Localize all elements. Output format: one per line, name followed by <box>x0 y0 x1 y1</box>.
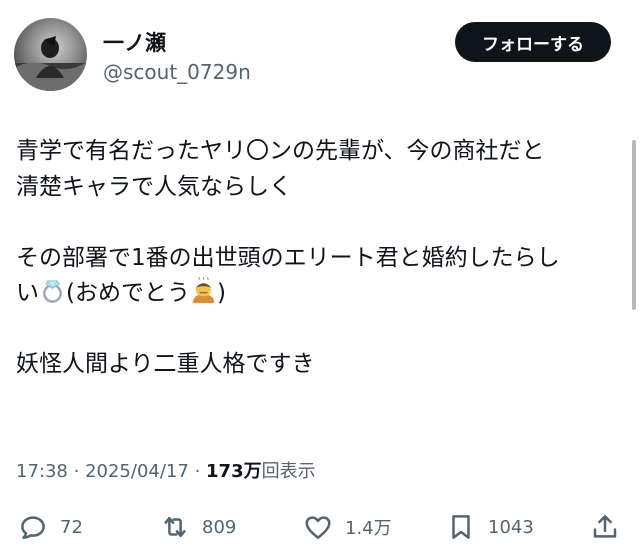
reply-button[interactable]: 72 <box>18 505 83 549</box>
reply-icon <box>21 516 45 539</box>
meta-separator: · <box>73 461 80 482</box>
tweet-time[interactable]: 17:38 <box>16 461 68 482</box>
repost-count: 809 <box>202 516 237 538</box>
tweet-line: 青学で有名だったヤリ〇ンの先輩が、今の商社だと <box>16 138 545 164</box>
tweet-meta: 17:38 · 2025/04/17 · 173万回表示 <box>16 460 316 484</box>
tweet-line: その部署で1番の出世頭のエリート君と婚約したらし <box>16 244 560 271</box>
person-bowing-emoji-icon <box>192 277 215 304</box>
share-button[interactable] <box>590 505 632 549</box>
repost-button[interactable]: 809 <box>160 505 236 549</box>
tweet-line: い (おめでとう ) <box>16 276 626 312</box>
user-handle[interactable]: @scout_0729n <box>103 60 251 84</box>
views-count: 173万 <box>206 461 262 482</box>
bookmark-count: 1043 <box>488 516 534 538</box>
tweet-text: 青学で有名だったヤリ〇ンの先輩が、今の商社だと 清楚キャラで人気ならしく その部… <box>16 134 626 383</box>
tweet-line: 妖怪人間より二重人格ですき <box>16 351 315 377</box>
like-button[interactable]: 1.4万 <box>303 505 392 549</box>
tweet-paragraph: その部署で1番の出世頭のエリート君と婚約したらし い (おめでとう ) <box>16 241 626 312</box>
tweet-line: 清楚キャラで人気ならしく <box>16 173 292 200</box>
share-icon <box>593 515 617 538</box>
tweet-text-fragment: (おめでとう <box>66 280 190 306</box>
action-bar: 72 809 1.4万 1043 <box>0 505 640 549</box>
reply-count: 72 <box>60 516 83 538</box>
ring-emoji-icon <box>42 280 63 304</box>
heart-icon <box>305 516 331 539</box>
avatar[interactable] <box>14 18 87 91</box>
bookmark-icon <box>452 515 470 539</box>
bookmark-button[interactable]: 1043 <box>446 505 534 549</box>
avatar-image <box>14 36 87 91</box>
scrollbar[interactable] <box>632 140 636 310</box>
tweet-date[interactable]: 2025/04/17 <box>85 461 189 482</box>
like-count: 1.4万 <box>345 518 392 539</box>
follow-button[interactable]: フォローする <box>455 22 611 62</box>
tweet-paragraph: 妖怪人間より二重人格ですき <box>16 347 626 383</box>
views-label: 回表示 <box>261 461 316 482</box>
display-name[interactable]: 一ノ瀬 <box>103 30 166 56</box>
tweet-paragraph: 青学で有名だったヤリ〇ンの先輩が、今の商社だと 清楚キャラで人気ならしく <box>16 134 626 205</box>
repost-icon <box>164 517 186 537</box>
tweet-text-fragment: ) <box>216 280 226 306</box>
meta-separator: · <box>194 461 201 482</box>
tweet-text-fragment: い <box>16 280 39 306</box>
